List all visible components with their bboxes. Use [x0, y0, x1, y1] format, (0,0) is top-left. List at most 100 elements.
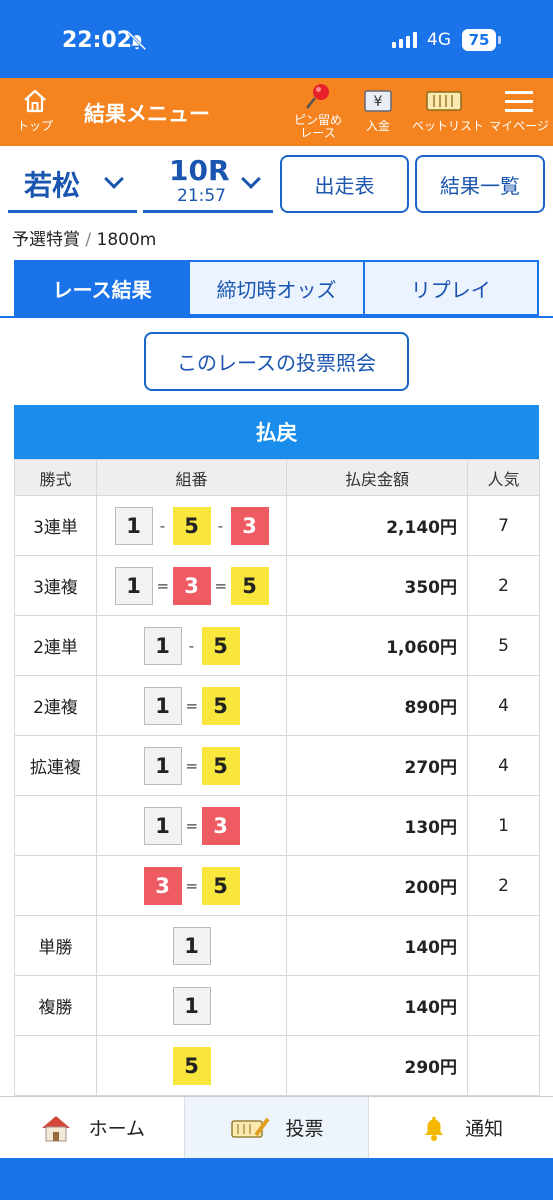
combo-operator: =: [185, 696, 199, 715]
nav-notify-label: 通知: [465, 1118, 504, 1140]
combo-operator: =: [185, 756, 199, 775]
combination: 1: [172, 926, 211, 965]
combination-cell: 5: [96, 1035, 287, 1096]
combination: 5: [172, 1046, 211, 1085]
bet-type: [14, 1035, 97, 1096]
tab-race-result[interactable]: レース結果: [16, 262, 191, 314]
app-header: トップ 結果メニュー ピン留め レース ¥ 入金 ベットリスト マイページ: [0, 78, 553, 146]
payout-row: 拡連複 1 = 5 270円 4: [14, 735, 540, 796]
combination: 3 = 5: [143, 866, 240, 905]
bet-type: 2連単: [14, 615, 97, 676]
payout-amount: 350円: [286, 555, 468, 616]
tab-replay[interactable]: リプレイ: [364, 262, 537, 314]
boat-number-1: 1: [143, 626, 182, 665]
combo-operator: =: [214, 576, 228, 595]
col-combination: 組番: [96, 459, 287, 496]
signal-icon: [392, 32, 417, 48]
boat-number-1: 1: [172, 926, 211, 965]
popularity: 1: [467, 795, 540, 856]
payout-header-row: 勝式 組番 払戻金額 人気: [14, 459, 540, 496]
race-info: 予選特賞 / 1800m: [12, 225, 156, 250]
race-time: 21:57: [177, 186, 226, 206]
payout-row: 1 = 3 130円 1: [14, 795, 540, 856]
payout-amount: 270円: [286, 735, 468, 796]
bell-icon: [425, 1116, 444, 1141]
combination-cell: 1-5: [96, 615, 287, 676]
popularity: [467, 1035, 540, 1096]
mypage-button[interactable]: マイページ: [488, 78, 550, 146]
col-amount: 払戻金額: [286, 459, 468, 496]
boat-number-5: 5: [230, 566, 269, 605]
payout-table: 勝式 組番 払戻金額 人気 3連単 1-5-3 2,140円 7 3連複 1 = 3 = 5 350…: [14, 459, 540, 1096]
entry-list-button[interactable]: 出走表: [280, 155, 409, 213]
venue-select[interactable]: 若松: [8, 152, 137, 213]
payout-amount: 2,140円: [286, 495, 468, 556]
combination-cell: 1-5-3: [96, 495, 287, 556]
top-label: トップ: [16, 119, 53, 133]
payout-row: 単勝 1 140円: [14, 915, 540, 976]
hamburger-icon: [505, 91, 533, 112]
nav-home[interactable]: ホーム: [0, 1097, 185, 1158]
deposit-label: 入金: [365, 119, 390, 133]
chevron-down-icon: [104, 169, 124, 189]
popularity: 2: [467, 555, 540, 616]
col-popularity: 人気: [467, 459, 540, 496]
payout-amount: 890円: [286, 675, 468, 736]
boat-number-5: 5: [201, 626, 240, 665]
bet-type: 単勝: [14, 915, 97, 976]
boat-number-1: 1: [143, 746, 182, 785]
result-tabs: レース結果 締切時オッズ リプレイ: [14, 260, 539, 316]
bottom-nav: ホーム 投票 通知: [0, 1096, 553, 1158]
payout-amount: 140円: [286, 975, 468, 1036]
status-time: 22:02: [62, 28, 133, 53]
popularity: 4: [467, 735, 540, 796]
pin-race-button[interactable]: ピン留め レース: [290, 78, 346, 146]
venue-name: 若松: [24, 169, 81, 202]
network-type: 4G: [427, 30, 451, 50]
race-name: 予選特賞: [12, 230, 80, 250]
boat-number-3: 3: [230, 506, 269, 545]
status-bar: 22:02 4G 75: [0, 0, 553, 78]
payout-row: 2連複 1 = 5 890円 4: [14, 675, 540, 736]
bet-type: 複勝: [14, 975, 97, 1036]
tab-closing-odds[interactable]: 締切時オッズ: [190, 262, 365, 314]
combination: 1 = 3 = 5: [114, 566, 269, 605]
svg-text:¥: ¥: [374, 94, 383, 110]
payout-row: 3 = 5 200円 2: [14, 855, 540, 916]
race-distance: 1800m: [96, 230, 157, 250]
boat-number-5: 5: [201, 866, 240, 905]
bell-off-icon: [127, 31, 147, 51]
nav-notify[interactable]: 通知: [369, 1097, 553, 1158]
popularity: 4: [467, 675, 540, 736]
house-icon: [41, 1115, 70, 1141]
boat-number-5: 5: [201, 686, 240, 725]
payout-row: 5 290円: [14, 1035, 540, 1096]
combo-operator: =: [185, 816, 199, 835]
popularity: 7: [467, 495, 540, 556]
boat-number-3: 3: [172, 566, 211, 605]
top-button[interactable]: トップ: [12, 78, 58, 146]
vote-inquiry-button[interactable]: このレースの投票照会: [144, 332, 409, 391]
popularity: [467, 975, 540, 1036]
popularity: 5: [467, 615, 540, 676]
betlist-button[interactable]: ベットリスト: [412, 78, 485, 146]
bet-type: [14, 855, 97, 916]
yen-wallet-icon: ¥: [364, 90, 392, 112]
boat-number-1: 1: [143, 806, 182, 845]
boat-number-5: 5: [172, 1046, 211, 1085]
boat-number-3: 3: [201, 806, 240, 845]
boat-number-5: 5: [201, 746, 240, 785]
nav-vote[interactable]: 投票: [184, 1097, 370, 1158]
race-select[interactable]: 10R 21:57: [143, 152, 273, 213]
boat-number-5: 5: [172, 506, 211, 545]
payout-title: 払戻: [14, 405, 539, 459]
combination-cell: 1 = 3: [96, 795, 287, 856]
ticket-pen-icon: [230, 1117, 270, 1138]
pin-label-2: レース: [300, 126, 336, 140]
results-list-button[interactable]: 結果一覧: [415, 155, 545, 213]
deposit-button[interactable]: ¥ 入金: [358, 78, 398, 146]
betlist-label: ベットリスト: [412, 119, 485, 133]
bet-type: [14, 795, 97, 856]
tabs-divider: [0, 316, 553, 318]
payout-amount: 130円: [286, 795, 468, 856]
